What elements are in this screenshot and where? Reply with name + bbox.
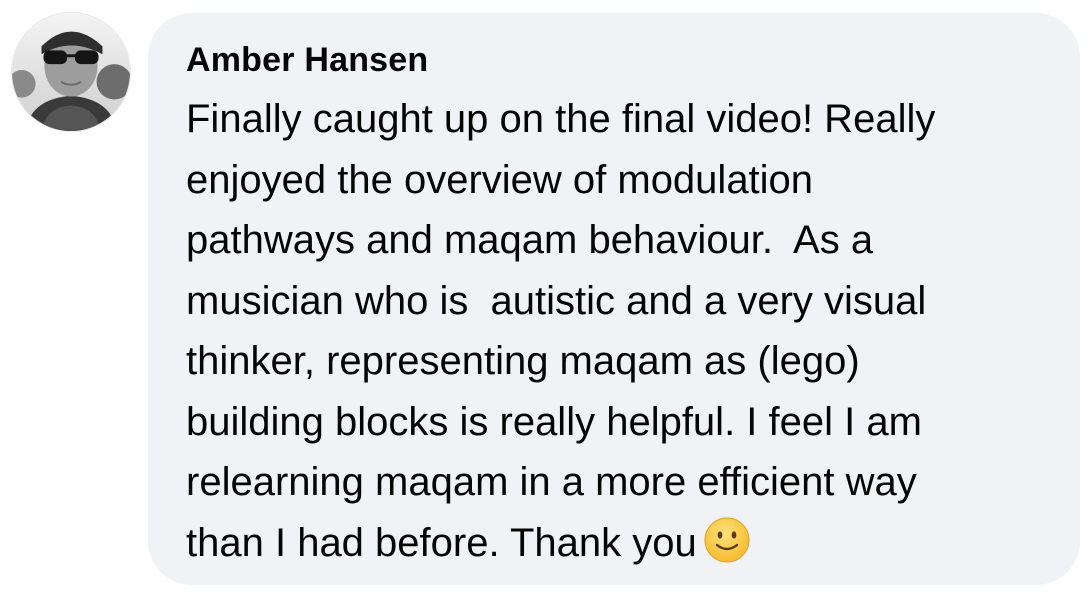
slightly-smiling-face-icon [703, 516, 751, 564]
comment-bubble: Amber Hansen Finally caught up on the fi… [148, 13, 1080, 585]
comment-author[interactable]: Amber Hansen [186, 37, 1050, 83]
comment-line: relearning maqam in a more efficient way [186, 460, 917, 504]
comment-line: thinker, representing maqam as (lego) [186, 339, 860, 383]
comment-line: building blocks is really helpful. I fee… [186, 399, 922, 444]
comment-line: than I had before. Thank you [186, 520, 697, 565]
comment-line: musician who is autistic and a very visu… [186, 278, 927, 323]
comment-line: enjoyed the overview of modulation [186, 157, 814, 202]
comment-line: pathways and maqam behaviour. As a [186, 218, 874, 262]
avatar[interactable] [11, 12, 131, 132]
comment-body: Finally caught up on the final video! Re… [186, 89, 1050, 573]
profile-photo [12, 13, 130, 131]
comment-line: Finally caught up on the final video! Re… [186, 97, 936, 141]
